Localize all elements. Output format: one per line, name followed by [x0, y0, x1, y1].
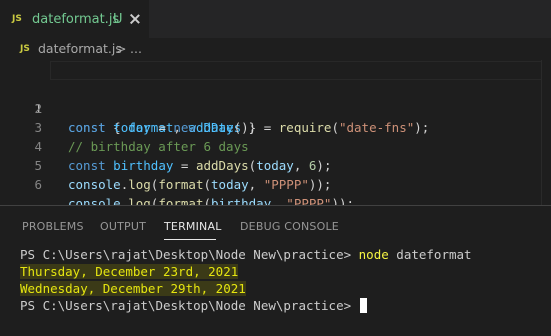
terminal-output: Thursday, December 23rd, 2021 — [20, 264, 239, 279]
breadcrumb-symbols[interactable]: ... — [130, 41, 142, 56]
tab-problems[interactable]: PROBLEMS — [22, 220, 84, 233]
tab-output[interactable]: OUTPUT — [100, 220, 146, 233]
bottom-panel: PROBLEMS OUTPUT TERMINAL DEBUG CONSOLE P… — [0, 205, 551, 336]
terminal-command-line: PS C:\Users\rajat\Desktop\Node New\pract… — [20, 246, 472, 263]
terminal-input-line[interactable]: PS C:\Users\rajat\Desktop\Node New\pract… — [20, 297, 367, 314]
terminal-output: Wednesday, December 29th, 2021 — [20, 281, 246, 296]
terminal-prompt: PS C:\Users\rajat\Desktop\Node New\pract… — [20, 247, 359, 262]
tab-debug-console[interactable]: DEBUG CONSOLE — [240, 220, 339, 233]
code-line[interactable]: 1 const { format, addDays } = require("d… — [0, 61, 551, 135]
code-line[interactable]: 2 const today = new Date(); — [0, 80, 551, 135]
javascript-file-icon: JS — [20, 44, 30, 54]
chevron-right-icon: > — [116, 41, 127, 56]
line-number: 6 — [34, 177, 42, 192]
editor-tab-bar: JS dateformat.js U — [0, 0, 551, 38]
code-line[interactable]: 6 console.log(format(birthday, "PPPP")); — [0, 156, 551, 211]
editor-scrollbar[interactable] — [541, 60, 551, 205]
close-icon[interactable] — [128, 9, 142, 29]
code-line[interactable]: 5 console.log(format(today, "PPPP")); — [0, 137, 551, 192]
code-line[interactable]: 3 // birthday after 6 days — [0, 99, 551, 154]
terminal-command: node — [358, 247, 389, 262]
active-tab-indicator — [164, 239, 216, 240]
terminal-cursor — [359, 298, 367, 313]
tab-filename: dateformat.js — [32, 12, 120, 27]
javascript-file-icon: JS — [12, 14, 22, 24]
current-line-highlight — [50, 61, 547, 80]
terminal-prompt: PS C:\Users\rajat\Desktop\Node New\pract… — [20, 298, 359, 313]
breadcrumb: JS dateformat.js > ... — [0, 38, 551, 60]
untracked-badge: U — [113, 12, 123, 27]
terminal-command-arg: dateformat — [388, 247, 472, 262]
terminal-output-line: Thursday, December 23rd, 2021 — [20, 263, 239, 280]
terminal-output-line: Wednesday, December 29th, 2021 — [20, 280, 246, 297]
breadcrumb-file[interactable]: dateformat.js — [38, 41, 122, 56]
code-text: console.log(format(today, "PPPP")); — [68, 177, 332, 192]
tab-dateformat-js[interactable]: JS dateformat.js U — [0, 0, 149, 38]
tab-terminal[interactable]: TERMINAL — [164, 220, 222, 233]
code-line[interactable]: 4 const birthday = addDays(today, 6); — [0, 118, 551, 173]
code-editor[interactable]: 1 const { format, addDays } = require("d… — [0, 60, 551, 211]
